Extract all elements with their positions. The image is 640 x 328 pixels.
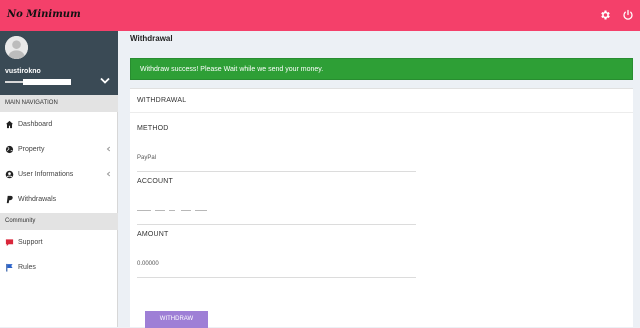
- user-name: vustirokno: [5, 68, 41, 75]
- top-navbar: No Minimum: [0, 0, 640, 31]
- chevron-left-icon: [106, 146, 111, 152]
- sidebar-item-support[interactable]: Support: [0, 230, 118, 255]
- sidebar-item-user-informations[interactable]: User Informations: [0, 162, 118, 187]
- sidebar-item-label: Dashboard: [18, 121, 53, 128]
- account-label: ACCOUNT: [137, 178, 174, 185]
- form-header: WITHDRAWAL: [137, 97, 187, 104]
- sidebar-item-label: Withdrawals: [18, 196, 57, 203]
- method-select[interactable]: PayPal: [137, 155, 156, 161]
- sidebar-item-withdrawals[interactable]: Withdrawals: [0, 187, 118, 212]
- sidebar-item-rules[interactable]: Rules: [0, 255, 118, 280]
- chat-icon: [5, 238, 14, 247]
- flag-icon: [5, 263, 14, 272]
- sidebar-item-label: Rules: [18, 264, 36, 271]
- paypal-icon: [5, 195, 14, 204]
- avatar: [5, 36, 28, 59]
- chevron-left-icon: [106, 171, 111, 177]
- sidebar-item-label: User Informations: [18, 171, 74, 178]
- success-alert: Withdraw success! Please Wait while we s…: [130, 58, 633, 80]
- withdrawal-form-card: WITHDRAWAL METHOD PayPal ACCOUNT AMOUNT …: [130, 88, 633, 328]
- alert-message: Withdraw success! Please Wait while we s…: [140, 66, 324, 73]
- main-navigation-header: MAIN NAVIGATION: [0, 95, 118, 112]
- account-underline: [137, 224, 416, 225]
- method-label: METHOD: [137, 125, 169, 132]
- method-underline: [137, 171, 416, 172]
- sidebar-item-dashboard[interactable]: Dashboard: [0, 112, 118, 137]
- sidebar: vustirokno MAIN NAVIGATION Dashboard Pro…: [0, 31, 118, 327]
- redacted-user-info: [5, 79, 71, 85]
- sidebar-item-label: Property: [18, 146, 45, 153]
- page-title: Withdrawal: [130, 34, 173, 43]
- community-header: Community: [0, 213, 118, 230]
- globe-icon: [5, 145, 14, 154]
- amount-label: AMOUNT: [137, 231, 169, 238]
- user-panel: vustirokno: [0, 31, 118, 95]
- account-field[interactable]: [137, 208, 209, 213]
- home-icon: [5, 120, 14, 129]
- sidebar-item-label: Support: [18, 239, 43, 246]
- sidebar-item-property[interactable]: Property: [0, 137, 118, 162]
- gear-icon[interactable]: [599, 9, 611, 21]
- power-icon[interactable]: [622, 9, 634, 21]
- amount-field[interactable]: 0.00000: [137, 261, 159, 267]
- amount-underline: [137, 277, 416, 278]
- chevron-down-icon[interactable]: [100, 77, 110, 85]
- user-circle-icon: [5, 170, 14, 179]
- withdraw-button[interactable]: WITHDRAW: [145, 311, 208, 328]
- brand-logo[interactable]: No Minimum: [7, 9, 81, 20]
- divider: [130, 112, 633, 113]
